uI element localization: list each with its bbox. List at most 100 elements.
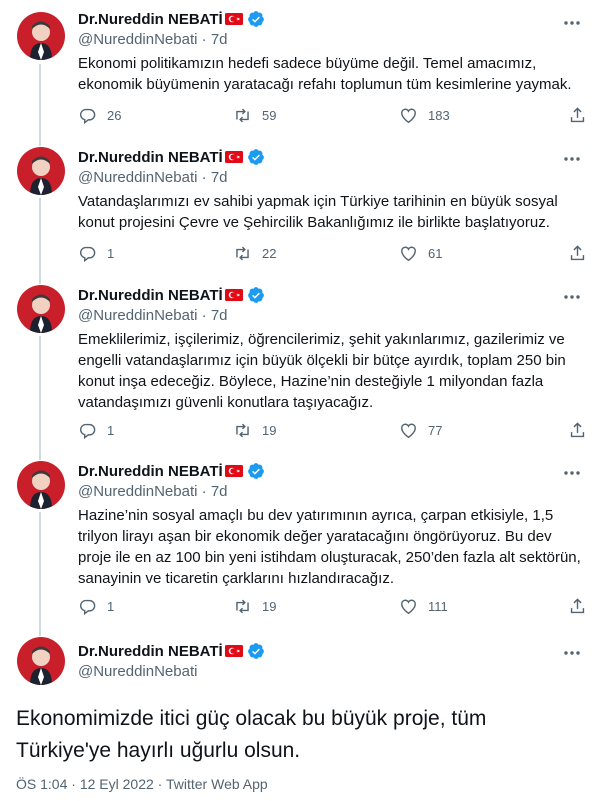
retweet-arrows-icon [236,108,249,122]
retweet-arrows-icon [236,599,249,613]
turkey-flag-icon [224,465,243,477]
thread-tweet-4[interactable]: Dr.Nureddin NEBATİ @NureddinNebati · 7d … [0,452,602,634]
separator-dot: · [201,31,211,48]
retweet-count: 22 [262,245,277,261]
tweet-age[interactable]: 7d [211,169,228,186]
avatar[interactable] [17,461,65,509]
thread-tweet-1[interactable]: Dr.Nureddin NEBATİ @NureddinNebati · 7d … [0,0,602,144]
share-button[interactable] [568,242,597,264]
verified-badge-icon [247,463,264,479]
separator-dot: · [201,307,211,324]
author-name[interactable]: Dr.Nureddin NEBATİ [78,149,223,166]
speech-bubble-icon [79,423,96,439]
more-dots-icon[interactable] [562,287,582,307]
share-button[interactable] [568,595,597,617]
separator-dot: · [157,776,163,792]
avatar[interactable] [17,637,65,685]
author-handle[interactable]: @NureddinNebati [78,31,197,48]
like-button[interactable]: 111 [399,595,448,617]
thread-connector-line [39,336,41,458]
turkey-flag-icon [224,151,243,163]
author-handle[interactable]: @NureddinNebati [78,169,197,186]
like-button[interactable]: 183 [399,104,450,126]
author-name-row[interactable]: Dr.Nureddin NEBATİ [78,461,265,481]
like-button[interactable]: 77 [399,419,442,441]
separator-dot: · [71,776,76,792]
tweet-age[interactable]: 7d [211,31,228,48]
retweet-button[interactable]: 22 [233,242,276,264]
speech-bubble-icon [79,246,96,262]
thread-tweet-3[interactable]: Dr.Nureddin NEBATİ @NureddinNebati · 7d … [0,276,602,458]
retweet-arrows-icon [236,246,249,260]
author-handle[interactable]: @NureddinNebati [78,483,197,500]
author-name[interactable]: Dr.Nureddin NEBATİ [78,643,223,660]
retweet-count: 19 [262,598,277,614]
thread-connector-line [39,198,41,282]
separator-dot: · [201,169,211,186]
tweet-age[interactable]: 7d [211,307,228,324]
share-button[interactable] [568,419,597,441]
reply-count: 26 [107,107,122,123]
tweet-text: Hazine’nin sosyal amaçlı bu dev yatırımı… [78,507,581,587]
retweet-count: 59 [262,107,277,123]
author-handle-row: @NureddinNebati · 7d [78,169,228,189]
reply-count: 1 [107,598,115,614]
avatar[interactable] [17,12,65,60]
like-count: 77 [428,422,443,438]
retweet-button[interactable]: 19 [233,419,276,441]
reply-button[interactable]: 1 [78,242,114,264]
author-handle-row: @NureddinNebati [78,663,197,683]
tweet-timestamp-row: ÖS 1:04 · 12 Eyl 2022 · Twitter Web App [16,776,268,792]
avatar[interactable] [17,147,65,195]
heart-icon [401,108,416,123]
thread-connector-line [39,276,41,284]
retweet-button[interactable]: 19 [233,595,276,617]
turkey-flag-icon [224,13,243,25]
author-name[interactable]: Dr.Nureddin NEBATİ [78,287,223,304]
author-handle[interactable]: @NureddinNebati [78,663,197,680]
verified-badge-icon [247,149,264,165]
like-button[interactable]: 61 [399,242,442,264]
heart-icon [401,423,416,438]
author-handle-row: @NureddinNebati · 7d [78,483,228,503]
thread-tweet-2[interactable]: Dr.Nureddin NEBATİ @NureddinNebati · 7d … [0,138,602,282]
separator-dot: · [201,483,211,500]
share-button[interactable] [568,104,597,126]
author-name-row[interactable]: Dr.Nureddin NEBATİ [78,9,265,29]
reply-button[interactable]: 1 [78,595,114,617]
tweet-text: Emeklilerimiz, işçilerimiz, öğrencilerim… [78,331,566,411]
more-dots-icon[interactable] [562,149,582,169]
tweet-date[interactable]: 12 Eyl 2022 [80,776,154,792]
author-handle-row: @NureddinNebati · 7d [78,31,228,51]
retweet-count: 19 [262,422,277,438]
avatar[interactable] [17,285,65,333]
share-icon [570,421,585,437]
main-tweet-text: Ekonomimizde itici güç olacak bu büyük p… [16,707,487,762]
author-name-row[interactable]: Dr.Nureddin NEBATİ [78,285,265,305]
share-icon [570,106,585,122]
verified-badge-icon [247,287,264,303]
tweet-text: Vatandaşlarımızı ev sahibi yapmak için T… [78,193,558,231]
author-name[interactable]: Dr.Nureddin NEBATİ [78,11,223,28]
thread-connector-line [39,628,41,636]
reply-count: 1 [107,422,115,438]
author-name-row[interactable]: Dr.Nureddin NEBATİ [78,641,265,661]
tweet-age[interactable]: 7d [211,483,228,500]
more-dots-icon[interactable] [562,463,582,483]
author-name-row[interactable]: Dr.Nureddin NEBATİ [78,147,265,167]
author-name[interactable]: Dr.Nureddin NEBATİ [78,463,223,480]
retweet-arrows-icon [236,423,249,437]
reply-button[interactable]: 26 [78,104,121,126]
reply-button[interactable]: 1 [78,419,114,441]
tweet-source[interactable]: Twitter Web App [166,776,268,792]
author-handle[interactable]: @NureddinNebati [78,307,197,324]
share-icon [570,597,585,613]
turkey-flag-icon [224,645,243,657]
more-dots-icon[interactable] [562,13,582,33]
heart-icon [401,246,416,261]
tweet-time[interactable]: ÖS 1:04 [16,776,67,792]
thread-connector-line [39,512,41,634]
more-dots-icon[interactable] [562,643,582,663]
share-icon [570,244,585,260]
retweet-button[interactable]: 59 [233,104,276,126]
